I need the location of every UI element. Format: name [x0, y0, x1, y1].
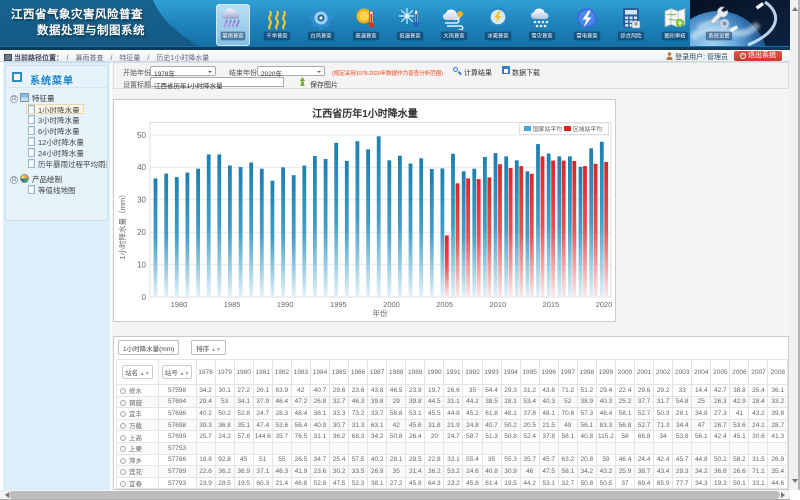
svg-text:区域站平均: 区域站平均 — [573, 125, 602, 133]
svg-text:1995: 1995 — [330, 300, 347, 309]
svg-text:2020: 2020 — [596, 300, 613, 309]
svg-text:2005: 2005 — [436, 300, 453, 309]
svg-text:国家站平均: 国家站平均 — [533, 125, 562, 133]
svg-text:1小时降水量（mm）: 1小时降水量（mm） — [117, 190, 127, 259]
svg-text:10: 10 — [137, 260, 146, 269]
svg-text:2000: 2000 — [383, 300, 400, 309]
svg-text:1980: 1980 — [171, 300, 188, 309]
svg-text:1985: 1985 — [224, 300, 241, 309]
svg-text:2010: 2010 — [489, 300, 506, 309]
svg-text:江西省历年1小时降水量: 江西省历年1小时降水量 — [312, 107, 418, 120]
svg-text:30: 30 — [137, 196, 146, 205]
svg-text:20: 20 — [137, 228, 146, 237]
svg-text:40: 40 — [137, 163, 146, 172]
svg-text:0: 0 — [142, 293, 147, 302]
svg-text:50: 50 — [137, 131, 146, 140]
svg-text:年份: 年份 — [373, 308, 388, 318]
svg-text:2015: 2015 — [543, 300, 560, 309]
svg-text:1990: 1990 — [277, 300, 294, 309]
